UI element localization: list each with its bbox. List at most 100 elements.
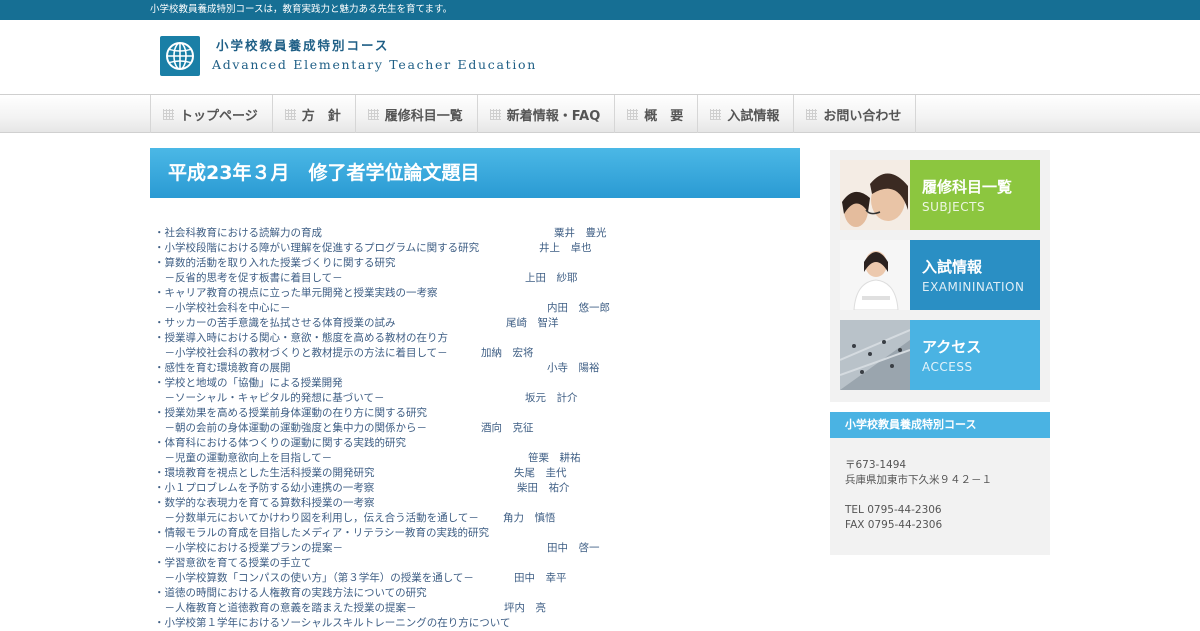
list-item: ・数学的な表現力を育てる算数科授業の一考察: [154, 496, 800, 511]
thesis-list: ・社会科教育における読解力の育成 粟井 豊光 ・小学校段階における障がい理解を促進…: [150, 226, 800, 631]
list-item: －小学校社会科の教材づくりと教材提示の方法に着目して－ 加納 宏将: [154, 346, 800, 361]
site-header: 小学校教員養成特別コース Advanced Elementary Teacher…: [0, 20, 1200, 95]
banner-subtitle: SUBJECTS: [922, 200, 986, 214]
page-title: 平成23年３月 修了者学位論文題目: [150, 148, 800, 198]
thesis-title: －児童の運動意欲向上を目指して－: [154, 452, 333, 464]
banner-subjects-label: 履修科目一覧 SUBJECTS: [910, 160, 1040, 230]
phone-number: TEL 0795-44-2306: [845, 504, 942, 516]
list-item: ・授業効果を高める授業前身体運動の在り方に関する研究: [154, 406, 800, 421]
nav-item-top[interactable]: トップページ: [151, 95, 273, 133]
tagline-text: 小学校教員養成特別コースは，教育実践力と魅力ある先生を育てます。: [150, 4, 453, 15]
thesis-title: －反省的思考を促す板書に着目して－: [154, 272, 343, 284]
banner-examination-label: 入試情報 EXAMININATION: [910, 240, 1040, 310]
thesis-title: ・小学校第１学年におけるソーシャルスキルトレーニングの在り方について: [154, 617, 511, 629]
thesis-author: 田中 啓一: [547, 542, 600, 554]
thesis-author: 失尾 圭代: [514, 467, 567, 479]
businesswoman-photo: [840, 240, 910, 311]
thesis-title: ・学校と地域の「協働」による授業開発: [154, 377, 343, 389]
list-item: －児童の運動意欲向上を目指して－ 笹栗 耕祐: [154, 451, 800, 466]
nav-item-overview[interactable]: 概 要: [615, 95, 699, 133]
sidebar-banners: 履修科目一覧 SUBJECTS 入試情報 EXAMININATION アクセス …: [830, 150, 1050, 402]
nav-label: 概 要: [644, 108, 684, 124]
thesis-author: 小寺 陽裕: [547, 362, 600, 374]
thesis-title: －人権教育と道徳教育の意義を踏まえた授業の提案－: [154, 602, 417, 614]
thesis-title: ・情報モラルの育成を目指したメディア・リテラシー教育の実践的研究: [154, 527, 490, 539]
thesis-title: ・感性を育む環境教育の展開: [154, 362, 291, 374]
nav-bullet-icon: [489, 108, 501, 120]
thesis-title: ・環境教育を視点とした生活科授業の開発研究: [154, 467, 375, 479]
thesis-title: ・社会科教育における読解力の育成: [154, 227, 322, 239]
thesis-author: 尾崎 智洋: [506, 317, 559, 329]
nav-bullet-icon: [284, 108, 296, 120]
thesis-title: ・キャリア教育の視点に立った単元開発と授業実践の一考察: [154, 287, 438, 299]
thesis-title: －ソーシャル・キャピタル的発想に基づいて－: [154, 392, 385, 404]
thesis-title: ・小学校段階における障がい理解を促進するプログラムに関する研究: [154, 242, 480, 254]
nav-label: 履修科目一覧: [384, 108, 463, 124]
list-item: －小学校算数「コンパスの使い方」（第３学年）の授業を通して－ 田中 幸平: [154, 571, 800, 586]
list-item: －反省的思考を促す板書に着目して－ 上田 紗耶: [154, 271, 800, 286]
thesis-title: ・学習意欲を育てる授業の手立て: [154, 557, 312, 569]
contact-info: 〒673-1494 兵庫県加東市下久米９４２－１ TEL 0795-44-230…: [830, 438, 1050, 555]
thesis-author: 井上 卓也: [539, 242, 592, 254]
headset-photo: [840, 160, 910, 230]
thesis-title: －分数単元においてかけわり図を利用し，伝え合う活動を通して－: [154, 512, 479, 524]
banner-examination[interactable]: 入試情報 EXAMININATION: [840, 240, 1040, 311]
top-tagline-bar: 小学校教員養成特別コースは，教育実践力と魅力ある先生を育てます。: [0, 0, 1200, 20]
list-item: －人権教育と道徳教育の意義を踏まえた授業の提案－ 坪内 亮: [154, 601, 800, 616]
site-title-en[interactable]: Advanced Elementary Teacher Education: [212, 57, 537, 72]
nav-label: トップページ: [180, 108, 258, 124]
nav-bullet-icon: [627, 108, 639, 120]
list-item: ・小学校第１学年におけるソーシャルスキルトレーニングの在り方について: [154, 616, 800, 631]
list-item: －朝の会前の身体運動の運動強度と集中力の関係から－ 酒向 克征: [154, 421, 800, 436]
list-item: ・道徳の時間における人権教育の実践方法についての研究: [154, 586, 800, 601]
banner-access[interactable]: アクセス ACCESS: [839, 320, 1040, 390]
postal-code: 〒673-1494: [845, 459, 907, 471]
thesis-author: 田中 幸平: [514, 572, 567, 584]
nav-item-policy[interactable]: 方 針: [273, 95, 356, 133]
thesis-author: 酒向 克征: [481, 422, 534, 434]
nav-bullet-icon: [367, 108, 379, 120]
nav-label: 新着情報・FAQ: [506, 108, 601, 124]
list-item: －ソーシャル・キャピタル的発想に基づいて－ 坂元 計介: [154, 391, 800, 406]
banner-subtitle: ACCESS: [922, 360, 973, 374]
sidebar: 履修科目一覧 SUBJECTS 入試情報 EXAMININATION アクセス …: [830, 150, 1050, 555]
thesis-title: －小学校算数「コンパスの使い方」（第３学年）の授業を通して－: [154, 572, 474, 584]
thesis-author: 笹栗 耕祐: [528, 452, 581, 464]
nav-item-contact[interactable]: お問い合わせ: [794, 95, 917, 133]
nav-label: お問い合わせ: [823, 108, 902, 124]
thesis-title: －朝の会前の身体運動の運動強度と集中力の関係から－: [154, 422, 427, 434]
nav-item-subjects[interactable]: 履修科目一覧: [356, 95, 478, 133]
banner-title: 履修科目一覧: [922, 178, 1013, 196]
thesis-title: ・数学的な表現力を育てる算数科授業の一考察: [154, 497, 375, 509]
thesis-title: ・サッカーの苦手意識を払拭させる体育授業の試み: [154, 317, 396, 329]
nav-bullet-icon: [163, 108, 174, 120]
main-nav: トップページ 方 針 履修科目一覧 新着情報・FAQ 概 要 入試情報 お問い合…: [0, 95, 1200, 133]
thesis-author: 坪内 亮: [504, 602, 546, 614]
globe-icon[interactable]: [160, 36, 200, 76]
list-item: ・キャリア教育の視点に立った単元開発と授業実践の一考察: [154, 286, 800, 301]
thesis-author: 角力 慎悟: [503, 512, 556, 524]
fax-number: FAX 0795-44-2306: [845, 519, 943, 531]
thesis-title: ・算数的活動を取り入れた授業づくりに関する研究: [154, 257, 396, 269]
site-title-jp[interactable]: 小学校教員養成特別コース: [216, 35, 389, 54]
list-item: ・情報モラルの育成を目指したメディア・リテラシー教育の実践的研究: [154, 526, 800, 541]
banner-subjects[interactable]: 履修科目一覧 SUBJECTS: [840, 160, 1040, 230]
nav-item-admissions[interactable]: 入試情報: [698, 95, 795, 133]
banner-subtitle: EXAMININATION: [922, 280, 1025, 294]
thesis-title: ・授業導入時における関心・意欲・態度を高める教材の在り方: [154, 332, 448, 344]
thesis-author: 加納 宏将: [481, 347, 534, 359]
list-item: ・学習意欲を育てる授業の手立て: [154, 556, 800, 571]
nav-item-news-faq[interactable]: 新着情報・FAQ: [478, 95, 616, 133]
list-item: ・小１プロブレムを予防する幼小連携の一考察 柴田 祐介: [154, 481, 800, 496]
thesis-title: ・小１プロブレムを予防する幼小連携の一考察: [154, 482, 375, 494]
list-item: ・算数的活動を取り入れた授業づくりに関する研究: [154, 256, 800, 271]
address: 兵庫県加東市下久米９４２－１: [845, 474, 992, 486]
thesis-title: －小学校における授業プランの提案－: [154, 542, 343, 554]
thesis-author: 内田 悠一郎: [547, 302, 610, 314]
list-item: ・学校と地域の「協働」による授業開発: [154, 376, 800, 391]
list-item: －小学校社会科を中心に－ 内田 悠一郎: [154, 301, 800, 316]
thesis-title: ・道徳の時間における人権教育の実践方法についての研究: [154, 587, 427, 599]
contact-heading: 小学校教員養成特別コース: [830, 412, 1050, 438]
nav-label: 入試情報: [727, 108, 780, 124]
thesis-author: 粟井 豊光: [554, 227, 607, 239]
